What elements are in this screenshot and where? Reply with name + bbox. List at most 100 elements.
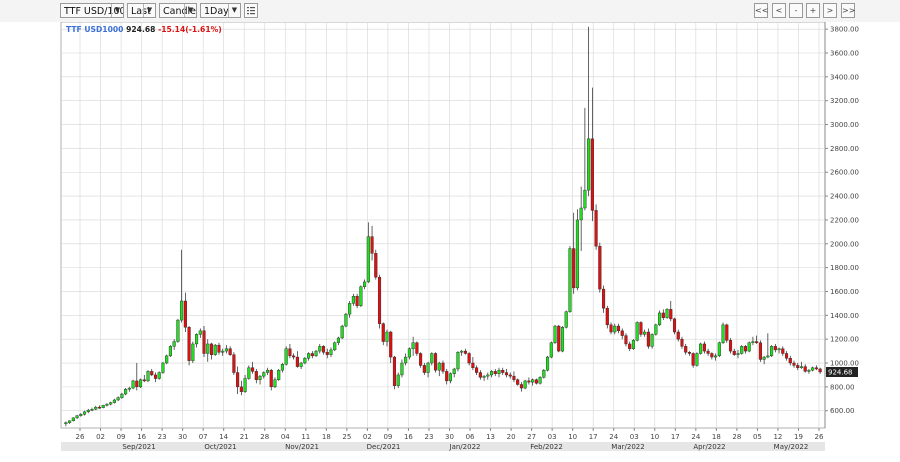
- candle-down: [504, 372, 509, 376]
- symbol-select[interactable]: TTF USD/100 ▼: [60, 3, 124, 18]
- interval-value: 1Day: [204, 6, 229, 17]
- candle-down: [142, 379, 146, 382]
- zoom-in-button[interactable]: +: [806, 3, 820, 18]
- chart-type-select[interactable]: Candle ▼: [159, 3, 197, 18]
- last-page-button[interactable]: >>: [841, 3, 855, 18]
- indicators-button[interactable]: [244, 3, 258, 18]
- candle-up: [553, 325, 557, 343]
- candle-up: [139, 379, 143, 388]
- candle-up: [747, 342, 751, 352]
- candle-up: [460, 350, 464, 353]
- candle-up: [654, 324, 658, 335]
- candle-up: [643, 331, 647, 335]
- candle-up: [75, 415, 79, 419]
- candle-up: [348, 303, 352, 315]
- zoom-out-button[interactable]: -: [789, 3, 803, 18]
- candle-up: [299, 362, 303, 367]
- candle-up: [385, 331, 389, 342]
- candle-down: [187, 327, 191, 361]
- x-tick-label: 11: [301, 433, 310, 441]
- candle-up: [243, 378, 247, 392]
- candle-down: [478, 372, 482, 378]
- candle-up: [265, 369, 270, 373]
- candle-up: [284, 348, 288, 365]
- x-tick-label: 24: [609, 433, 618, 441]
- x-tick-label: 30: [178, 433, 187, 441]
- candle-down: [572, 248, 576, 289]
- candle-up: [799, 366, 804, 368]
- candle-up: [131, 380, 135, 389]
- x-tick-label: 28: [260, 433, 269, 441]
- candle-up: [224, 348, 228, 352]
- candle-up: [426, 362, 430, 373]
- candle-up: [411, 342, 415, 349]
- candle-down: [728, 340, 733, 352]
- candle-up: [90, 409, 94, 411]
- price-chart[interactable]: 600.00 800.00 1000.00 1200.00 1400.00 1600.00…: [0, 22, 900, 462]
- x-tick-label: 17: [589, 433, 598, 441]
- candle-up: [635, 322, 639, 341]
- candle-down: [467, 353, 471, 364]
- candle-up: [206, 343, 210, 354]
- candle-up: [650, 334, 654, 347]
- candle-down: [687, 352, 691, 354]
- candle-down: [796, 365, 800, 368]
- candle-up: [318, 346, 322, 352]
- y-tick-label: 3200.00: [830, 97, 859, 105]
- month-label: May/2022: [774, 443, 809, 451]
- y-tick-label: 2200.00: [830, 216, 859, 224]
- candle-down: [534, 379, 538, 384]
- candle-up: [736, 353, 740, 355]
- candle-up: [258, 375, 262, 380]
- x-tick-label: 21: [240, 433, 249, 441]
- candle-down: [239, 386, 243, 392]
- candle-down: [381, 323, 385, 342]
- legend-change: -15.14(-1.61%): [158, 25, 222, 34]
- candle-up: [273, 379, 277, 388]
- candle-up: [351, 296, 355, 304]
- x-tick-label: 10: [650, 433, 659, 441]
- x-tick-label: 03: [630, 433, 639, 441]
- candle-up: [695, 353, 699, 366]
- candle-down: [135, 380, 139, 388]
- month-label: Mar/2022: [611, 443, 644, 451]
- price-field-select[interactable]: Last ▼: [127, 3, 156, 18]
- x-tick-label: 20: [507, 433, 516, 441]
- month-label: Jan/2022: [449, 443, 481, 451]
- y-tick-label: 3800.00: [830, 26, 859, 34]
- candle-down: [624, 335, 628, 345]
- candle-down: [818, 368, 822, 373]
- candle-up: [665, 309, 669, 318]
- x-tick-label: 24: [691, 433, 700, 441]
- first-page-button[interactable]: <<: [754, 3, 768, 18]
- candle-down: [508, 374, 512, 377]
- candle-down: [628, 343, 632, 349]
- candle-down: [773, 346, 777, 351]
- x-tick-label: 16: [137, 433, 146, 441]
- candle-down: [706, 350, 710, 354]
- candle-down: [788, 358, 792, 364]
- candle-up: [486, 374, 490, 377]
- month-label: Feb/2022: [530, 443, 563, 451]
- x-tick-label: 25: [342, 433, 351, 441]
- candle-up: [811, 367, 815, 371]
- candle-up: [396, 374, 400, 386]
- candle-up: [146, 371, 150, 382]
- x-tick-label: 26: [76, 433, 85, 441]
- candle-up: [770, 346, 774, 357]
- candle-down: [415, 342, 419, 354]
- candle-down: [97, 406, 102, 409]
- x-tick-label: 16: [404, 433, 413, 441]
- candle-up: [161, 362, 165, 373]
- candle-up: [172, 341, 176, 347]
- y-tick-label: 3600.00: [830, 50, 859, 58]
- interval-select[interactable]: 1Day ▼: [200, 3, 241, 18]
- candle-down: [475, 367, 479, 373]
- candle-up: [127, 387, 131, 390]
- prev-page-button[interactable]: <: [772, 3, 786, 18]
- y-tick-label: 800.00: [830, 383, 855, 391]
- candle-up: [165, 355, 169, 364]
- candle-down: [743, 346, 747, 352]
- next-page-button[interactable]: >: [823, 3, 837, 18]
- candle-down: [202, 330, 206, 354]
